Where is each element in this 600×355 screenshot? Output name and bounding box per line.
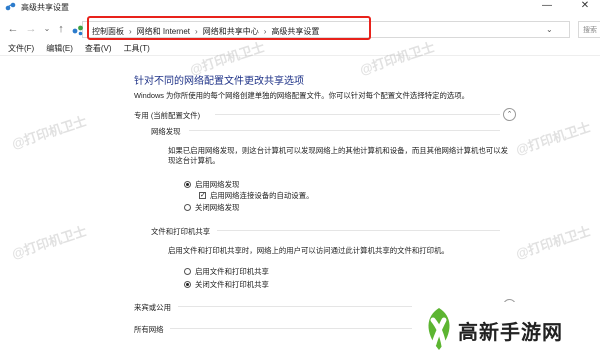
radio-button-selected[interactable] [184, 181, 191, 188]
forward-arrow-icon[interactable]: → [24, 22, 38, 36]
radio-enable-file-sharing[interactable]: 启用文件和打印机共享 [184, 266, 269, 277]
back-arrow-icon[interactable]: ← [6, 22, 20, 36]
menu-view[interactable]: 查看(V) [85, 42, 112, 55]
collapse-chevron-icon[interactable]: ⌃ [503, 108, 516, 121]
minimize-button[interactable]: — [532, 0, 562, 14]
checkbox-checked[interactable]: ✓ [199, 192, 206, 199]
network-discovery-label: 网络发现 [151, 127, 181, 136]
checkbox-auto-setup[interactable]: ✓ 启用网络连接设备的自动设置。 [199, 190, 313, 201]
option-label: 启用文件和打印机共享 [195, 267, 269, 276]
close-button[interactable]: ✕ [570, 0, 600, 14]
guest-public-header[interactable]: 来宾或公用 [134, 302, 171, 313]
radio-disable-network-discovery[interactable]: 关闭网络发现 [184, 202, 239, 213]
all-networks-header[interactable]: 所有网络 [134, 324, 164, 335]
section-divider [215, 114, 500, 115]
address-dropdown-icon[interactable]: ⌄ [546, 25, 553, 34]
section-divider [217, 230, 500, 231]
menu-edit[interactable]: 编辑(E) [46, 42, 73, 55]
page-title: 针对不同的网络配置文件更改共享选项 [134, 76, 304, 87]
radio-enable-network-discovery[interactable]: 启用网络发现 [184, 179, 239, 190]
search-input[interactable]: 搜索 [578, 21, 600, 38]
up-arrow-icon[interactable]: ↑ [54, 22, 68, 36]
page-description: Windows 为你所使用的每个网络创建单独的网络配置文件。你可以针对每个配置文… [134, 91, 470, 100]
option-label: 启用网络发现 [195, 180, 240, 189]
annotation-highlight-box [87, 16, 371, 40]
menu-file[interactable]: 文件(F) [8, 42, 34, 55]
brand-name: 高新手游网 [458, 322, 563, 344]
window-title: 高级共享设置 [21, 3, 69, 12]
radio-disable-file-sharing[interactable]: 关闭文件和打印机共享 [184, 279, 269, 290]
menu-tools[interactable]: 工具(T) [124, 42, 150, 55]
radio-button[interactable] [184, 204, 191, 211]
network-app-icon [5, 2, 16, 11]
option-label: 关闭网络发现 [195, 203, 240, 212]
file-printer-sharing-label: 文件和打印机共享 [151, 227, 211, 236]
radio-button-selected[interactable] [184, 281, 191, 288]
network-discovery-description: 如果已启用网络发现，则这台计算机可以发现网络上的其他计算机和设备，而且其他网络计… [168, 146, 508, 165]
option-label: 关闭文件和打印机共享 [195, 280, 269, 289]
leaf-logo-icon [428, 308, 450, 350]
menu-bar: 文件(F) 编辑(E) 查看(V) 工具(T) [0, 42, 600, 56]
control-panel-icon [72, 25, 83, 36]
title-bar: 高级共享设置 — ✕ [0, 0, 600, 14]
option-label: 启用网络连接设备的自动设置。 [210, 191, 314, 200]
radio-button[interactable] [184, 268, 191, 275]
brand-logo: 高新手游网 [412, 302, 600, 355]
recent-locations-chevron-icon[interactable]: ⌄ [40, 22, 54, 36]
section-divider [189, 130, 500, 131]
file-printer-sharing-description: 启用文件和打印机共享时，网络上的用户可以访问通过此计算机共享的文件和打印机。 [168, 246, 449, 255]
private-profile-header[interactable]: 专用 (当前配置文件) [134, 110, 200, 121]
